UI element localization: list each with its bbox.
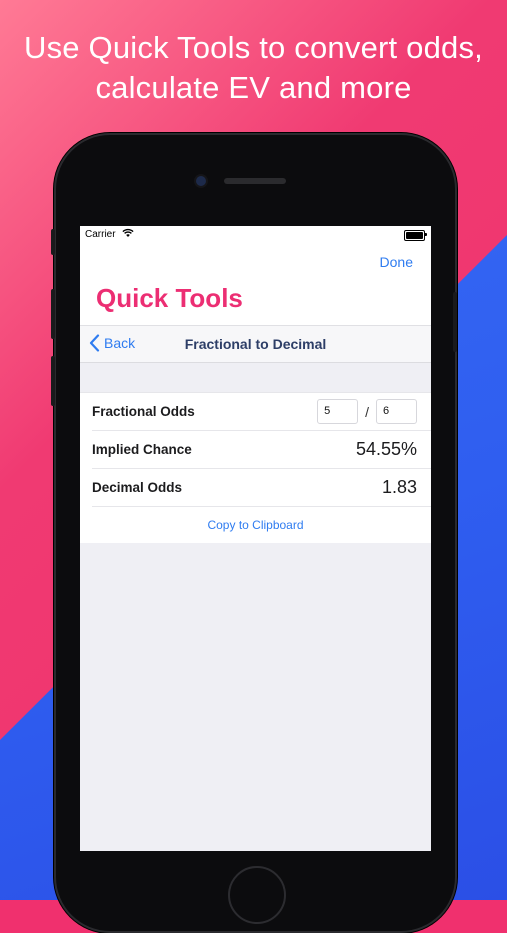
carrier-label: Carrier <box>85 229 116 240</box>
implied-chance-label: Implied Chance <box>92 442 192 457</box>
volume-up-button <box>51 289 55 339</box>
volume-down-button <box>51 356 55 406</box>
app-screen: Carrier Done Quick Tools Back Fractional… <box>80 226 431 851</box>
numerator-input[interactable]: 5 <box>317 399 359 424</box>
fractional-odds-row: Fractional Odds 5 / 6 <box>92 393 431 431</box>
decimal-odds-row: Decimal Odds 1.83 <box>92 469 431 507</box>
front-camera <box>196 176 206 186</box>
power-button <box>453 292 457 352</box>
implied-chance-value: 54.55% <box>355 439 417 459</box>
battery-icon <box>404 230 427 241</box>
fraction-separator: / <box>365 403 369 420</box>
fractional-odds-label: Fractional Odds <box>92 404 195 419</box>
status-bar: Carrier <box>80 226 431 243</box>
header-area: Done Quick Tools <box>80 243 431 325</box>
implied-chance-row: Implied Chance 54.55% <box>92 431 431 469</box>
decimal-odds-label: Decimal Odds <box>92 480 183 495</box>
decimal-odds-value: 1.83 <box>381 477 417 497</box>
headline-line-1: Use Quick Tools to convert odds, <box>24 30 483 65</box>
tools-table: Fractional Odds 5 / 6 Implied Chance 54.… <box>80 392 431 543</box>
denominator-input[interactable]: 6 <box>376 399 417 424</box>
home-button <box>228 866 286 924</box>
earpiece-speaker <box>224 178 286 184</box>
done-button[interactable]: Done <box>380 254 413 270</box>
navigation-bar: Back Fractional to Decimal <box>80 325 431 363</box>
nav-title: Fractional to Decimal <box>184 336 327 352</box>
page-title: Quick Tools <box>96 283 243 313</box>
wifi-icon <box>122 228 134 237</box>
promo-headline: Use Quick Tools to convert odds, calcula… <box>0 28 507 108</box>
headline-line-2: calculate EV and more <box>95 70 412 105</box>
copy-to-clipboard-button[interactable]: Copy to Clipboard <box>80 507 431 543</box>
mute-switch <box>51 229 55 255</box>
